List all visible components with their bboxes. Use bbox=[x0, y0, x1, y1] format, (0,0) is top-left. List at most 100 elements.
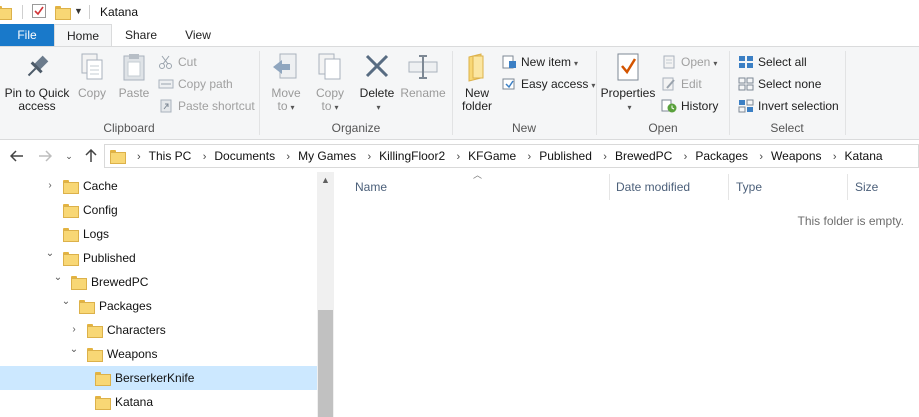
edit-button[interactable]: Edit bbox=[661, 74, 702, 94]
copy-to-label-line2: to bbox=[321, 99, 332, 113]
copy-button[interactable]: Copy bbox=[72, 51, 112, 100]
tree-item-weapons[interactable]: ⌄ Weapons bbox=[0, 342, 317, 366]
column-header-name[interactable]: Name bbox=[347, 174, 609, 200]
tab-home[interactable]: Home bbox=[54, 24, 112, 46]
chevron-right-icon[interactable]: › bbox=[203, 146, 207, 168]
invert-selection-button[interactable]: Invert selection bbox=[738, 96, 839, 116]
column-header-date-modified[interactable]: Date modified bbox=[608, 174, 728, 200]
breadcrumb-this-pc[interactable]: This PC bbox=[149, 145, 192, 167]
customize-quick-access-icon[interactable]: ▼ bbox=[74, 6, 83, 22]
copy-path-icon bbox=[158, 77, 174, 91]
tab-share[interactable]: Share bbox=[112, 24, 170, 46]
copy-to-button[interactable]: Copy to ▾ bbox=[310, 51, 350, 114]
tab-view[interactable]: View bbox=[170, 24, 226, 46]
tree-item-label: BerserkerKnife bbox=[115, 371, 195, 385]
properties-button[interactable]: Properties ▾ bbox=[599, 51, 657, 114]
chevron-right-icon[interactable]: › bbox=[759, 146, 763, 168]
chevron-right-icon[interactable]: › bbox=[833, 146, 837, 168]
empty-folder-message: This folder is empty. bbox=[797, 214, 904, 228]
recent-locations-chevron-icon[interactable]: ⌄ bbox=[60, 146, 78, 166]
paste-shortcut-icon bbox=[158, 99, 174, 113]
breadcrumb-kfgame[interactable]: KFGame bbox=[468, 145, 516, 167]
tree-item-label: Packages bbox=[99, 299, 152, 313]
select-all-label: Select all bbox=[758, 55, 807, 69]
tab-file[interactable]: File bbox=[0, 24, 54, 46]
chevron-right-icon[interactable]: › bbox=[603, 146, 607, 168]
easy-access-label: Easy access bbox=[521, 77, 589, 91]
address-bar[interactable]: › This PC › Documents › My Games › KillingFl… bbox=[104, 144, 919, 168]
chevron-right-icon[interactable]: › bbox=[367, 146, 371, 168]
navigation-pane-scrollbar[interactable]: ▲ bbox=[317, 172, 334, 417]
rename-button[interactable]: Rename bbox=[400, 51, 446, 100]
title-bar: ▼ Katana bbox=[0, 0, 919, 24]
tree-item-brewedpc[interactable]: ⌄ BrewedPC bbox=[0, 270, 317, 294]
chevron-right-icon[interactable]: › bbox=[44, 174, 56, 198]
breadcrumb-published[interactable]: Published bbox=[539, 145, 592, 167]
chevron-right-icon[interactable]: › bbox=[286, 146, 290, 168]
forward-arrow-icon[interactable] bbox=[36, 146, 54, 166]
tree-item-packages[interactable]: ⌄ Packages bbox=[0, 294, 317, 318]
paste-button[interactable]: Paste bbox=[114, 51, 154, 100]
new-folder-icon bbox=[461, 51, 493, 83]
tree-item-characters[interactable]: › Characters bbox=[0, 318, 317, 342]
chevron-right-icon[interactable]: › bbox=[684, 146, 688, 168]
ribbon-tabs: File Home Share View bbox=[0, 24, 919, 46]
properties-quick-access-icon[interactable] bbox=[32, 4, 46, 18]
new-folder-button[interactable]: New folder bbox=[457, 51, 497, 113]
navigation-bar: ⌄ › This PC › Documents › My Games › Killing… bbox=[0, 140, 919, 172]
chevron-down-icon: ▾ bbox=[290, 103, 295, 112]
tree-item-config[interactable]: Config bbox=[0, 198, 317, 222]
breadcrumb-documents[interactable]: Documents bbox=[214, 145, 275, 167]
up-arrow-icon[interactable] bbox=[82, 146, 100, 166]
breadcrumb-my-games[interactable]: My Games bbox=[298, 145, 356, 167]
copy-icon bbox=[76, 51, 108, 83]
delete-button[interactable]: Delete ▾ bbox=[356, 51, 398, 114]
tree-item-label: Logs bbox=[83, 227, 110, 241]
breadcrumb-katana[interactable]: Katana bbox=[845, 145, 883, 167]
back-arrow-icon[interactable] bbox=[8, 146, 26, 166]
chevron-right-icon[interactable]: › bbox=[528, 146, 532, 168]
invert-selection-icon bbox=[738, 99, 754, 113]
tree-item-berserkerknife[interactable]: BerserkerKnife bbox=[0, 366, 317, 390]
easy-access-button[interactable]: Easy access ▾ bbox=[501, 74, 595, 94]
scrollbar-thumb[interactable] bbox=[318, 310, 333, 417]
tree-item-cache[interactable]: › Cache bbox=[0, 174, 317, 198]
chevron-down-icon: ▾ bbox=[376, 103, 381, 112]
divider bbox=[89, 5, 90, 19]
file-list-pane[interactable]: ︿ Name Date modified Type Size This fold… bbox=[335, 170, 919, 417]
chevron-down-icon[interactable]: ⌄ bbox=[60, 290, 72, 314]
move-to-button[interactable]: Move to ▾ bbox=[266, 51, 306, 114]
tree-item-katana[interactable]: Katana bbox=[0, 390, 317, 414]
new-folder-quick-access-icon[interactable] bbox=[55, 6, 71, 22]
tree-item-label: Katana bbox=[115, 395, 154, 409]
chevron-down-icon: ▾ bbox=[713, 59, 718, 68]
pin-to-quick-access-button[interactable]: Pin to Quick access bbox=[4, 51, 70, 113]
open-button[interactable]: Open ▾ bbox=[661, 52, 717, 72]
cut-button[interactable]: Cut bbox=[158, 52, 197, 72]
folder-icon bbox=[63, 252, 79, 266]
new-item-button[interactable]: New item ▾ bbox=[501, 52, 578, 72]
tree-item-published[interactable]: ⌄ Published bbox=[0, 246, 317, 270]
column-header-size[interactable]: Size bbox=[847, 174, 919, 200]
breadcrumb-packages[interactable]: Packages bbox=[695, 145, 748, 167]
select-all-button[interactable]: Select all bbox=[738, 52, 807, 72]
chevron-down-icon[interactable]: ⌄ bbox=[52, 266, 64, 290]
edit-label: Edit bbox=[681, 77, 702, 91]
delete-x-icon bbox=[361, 51, 393, 83]
folder-icon bbox=[87, 324, 103, 338]
scroll-up-arrow-icon[interactable]: ▲ bbox=[317, 172, 334, 189]
window-title: Katana bbox=[100, 5, 139, 19]
breadcrumb-weapons[interactable]: Weapons bbox=[771, 145, 821, 167]
chevron-down-icon[interactable]: ⌄ bbox=[44, 242, 56, 266]
chevron-down-icon[interactable]: ⌄ bbox=[68, 338, 80, 362]
select-none-button[interactable]: Select none bbox=[738, 74, 821, 94]
history-button[interactable]: History bbox=[661, 96, 718, 116]
chevron-right-icon[interactable]: › bbox=[457, 146, 461, 168]
breadcrumb-brewedpc[interactable]: BrewedPC bbox=[615, 145, 672, 167]
copy-path-button[interactable]: Copy path bbox=[158, 74, 233, 94]
column-header-type[interactable]: Type bbox=[728, 174, 848, 200]
breadcrumb-killingfloor2[interactable]: KillingFloor2 bbox=[379, 145, 445, 167]
paste-shortcut-button[interactable]: Paste shortcut bbox=[158, 96, 255, 116]
paste-label: Paste bbox=[118, 86, 150, 100]
divider bbox=[22, 5, 23, 19]
